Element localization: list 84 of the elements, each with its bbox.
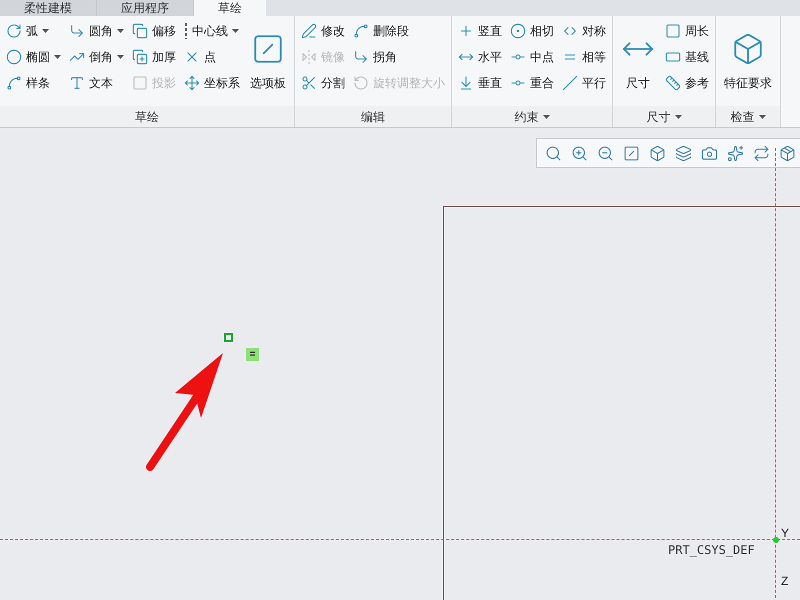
tool-button[interactable]: 删除段: [351, 18, 447, 44]
caret-icon: [117, 55, 124, 59]
sparkle-icon[interactable]: [727, 144, 744, 162]
mirror-icon: [301, 49, 317, 65]
constraint-badge: =: [246, 348, 259, 361]
tool-button[interactable]: 点: [182, 44, 242, 70]
tool-button[interactable]: 拐角: [351, 44, 447, 70]
caret-icon: [54, 55, 61, 59]
square-icon: [132, 75, 148, 91]
tool-button[interactable]: 重合: [508, 70, 556, 96]
large-tool-button[interactable]: 特征要求: [720, 18, 776, 106]
tool-button[interactable]: 偏移: [130, 18, 178, 44]
caret-icon: [117, 29, 124, 33]
parallel-lines-icon: [562, 75, 578, 91]
square-icon: [665, 23, 681, 39]
ruler-icon: [665, 75, 681, 91]
tool-button[interactable]: 基线: [663, 44, 711, 70]
zoom-out-icon[interactable]: [597, 144, 614, 162]
tool-button[interactable]: 圆角: [67, 18, 126, 44]
cross-icon: [458, 23, 474, 39]
tab[interactable]: 柔性建模: [0, 0, 97, 16]
axis-label: Y: [781, 525, 790, 542]
tool-button[interactable]: 参考: [663, 70, 711, 96]
tool-button[interactable]: 弧: [4, 18, 63, 44]
caret-icon: [542, 114, 550, 118]
tool-button[interactable]: 对称: [560, 18, 608, 44]
ellipse-icon: [6, 49, 22, 65]
tool-button[interactable]: 垂直: [456, 70, 504, 96]
csys-label: PRT_CSYS_DEF: [668, 542, 755, 559]
caret-icon: [232, 29, 239, 33]
tool-button[interactable]: 文本: [67, 70, 126, 96]
group-label: 约束: [514, 108, 538, 126]
cube-icon[interactable]: [649, 144, 666, 162]
zoom-in-icon[interactable]: [571, 144, 588, 162]
curve-icon: [353, 23, 369, 39]
tool-button[interactable]: 椭圆: [4, 44, 63, 70]
corner-icon: [69, 23, 85, 39]
tool-button[interactable]: 周长: [663, 18, 711, 44]
large-tool-button[interactable]: 选项板: [246, 18, 290, 106]
swap-icon[interactable]: [753, 144, 770, 162]
scissors-icon: [301, 75, 317, 91]
caret-icon: [674, 114, 682, 118]
tool-button[interactable]: 加厚: [130, 44, 178, 70]
layers-icon[interactable]: [675, 144, 692, 162]
zoom-box-icon[interactable]: [545, 144, 562, 162]
tool-button[interactable]: 分割: [299, 70, 347, 96]
perpendicular-icon: [458, 75, 474, 91]
group-label: 检查: [730, 108, 754, 126]
tool-button[interactable]: 水平: [456, 44, 504, 70]
pen-icon: [301, 23, 317, 39]
group-label: 编辑: [361, 108, 385, 126]
tool-button[interactable]: 平行: [560, 70, 608, 96]
tab[interactable]: 应用程序: [97, 0, 194, 16]
tool-button[interactable]: 坐标系: [182, 70, 242, 96]
tool-button[interactable]: 修改: [299, 18, 347, 44]
tool-button[interactable]: 相切: [508, 18, 556, 44]
group-label: 草绘: [135, 108, 159, 126]
circle-icon: [510, 23, 526, 39]
caret-icon: [42, 29, 49, 33]
box-icon[interactable]: [779, 144, 796, 162]
origin-point: [773, 537, 779, 543]
axis-label: Z: [781, 573, 788, 590]
curve-icon: [6, 75, 22, 91]
copy-icon: [132, 23, 148, 39]
corner-icon: [353, 49, 369, 65]
stacked-squares-icon: [132, 49, 148, 65]
caret-icon: [758, 114, 766, 118]
dashed-line-icon: [184, 23, 188, 39]
rotate-icon: [353, 75, 369, 91]
arc-icon: [6, 23, 22, 39]
point-icon: [224, 333, 233, 342]
tool-button[interactable]: 竖直: [456, 18, 504, 44]
tool-button[interactable]: 中心线: [182, 18, 242, 44]
text-icon: [69, 75, 85, 91]
camera-icon[interactable]: [701, 144, 718, 162]
tool-button[interactable]: 相等: [560, 44, 608, 70]
group-label: 尺寸: [646, 108, 670, 126]
tool-button[interactable]: 样条: [4, 70, 63, 96]
large-tool-button[interactable]: 尺寸: [617, 18, 659, 106]
tab[interactable]: 草绘: [194, 0, 266, 16]
tool-button[interactable]: 倒角: [67, 44, 126, 70]
square-icon[interactable]: [623, 144, 640, 162]
tool-button[interactable]: 中点: [508, 44, 556, 70]
axes-icon: [184, 75, 200, 91]
